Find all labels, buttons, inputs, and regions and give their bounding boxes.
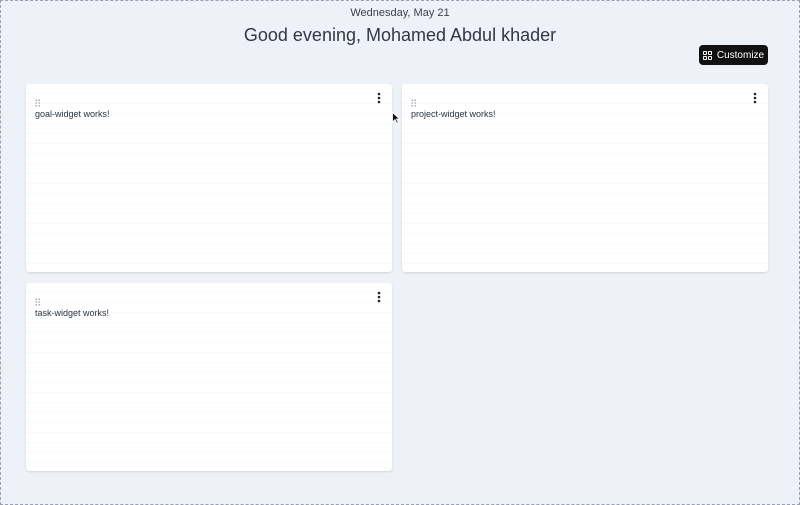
more-vertical-icon[interactable] <box>750 91 760 105</box>
drag-handle-icon[interactable] <box>411 94 417 107</box>
customize-button[interactable]: Customize <box>699 45 768 65</box>
current-date: Wednesday, May 21 <box>350 7 450 19</box>
grid-icon <box>702 50 712 60</box>
customize-label: Customize <box>716 49 765 61</box>
drag-handle-icon[interactable] <box>35 293 41 306</box>
widget-label: task-widget works! <box>35 308 110 318</box>
page-title: Good evening, Mohamed Abdul khader <box>243 25 557 45</box>
mouse-cursor-icon <box>392 111 401 124</box>
more-vertical-icon[interactable] <box>374 290 384 304</box>
widget-label: goal-widget works! <box>35 109 110 119</box>
widget-label: project-widget works! <box>411 109 496 119</box>
goal-widget: goal-widget works! <box>26 84 392 272</box>
task-widget: task-widget works! <box>26 283 392 471</box>
drag-handle-icon[interactable] <box>35 94 41 107</box>
more-vertical-icon[interactable] <box>374 91 384 105</box>
project-widget: project-widget works! <box>402 84 768 272</box>
